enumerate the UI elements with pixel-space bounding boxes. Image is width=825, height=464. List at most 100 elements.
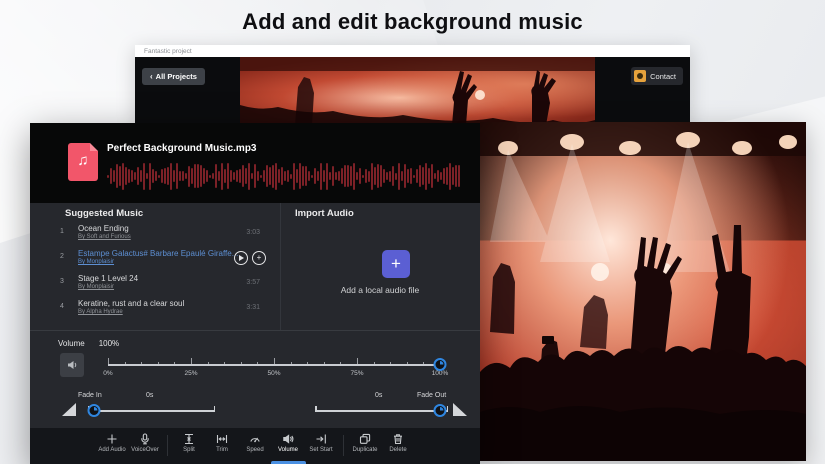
- fade-out-handle[interactable]: [434, 404, 447, 417]
- add-local-audio-label: Add a local audio file: [280, 285, 480, 295]
- volume-slider-handle[interactable]: [434, 358, 447, 371]
- fade-in-ramp-icon: [62, 403, 76, 416]
- mute-button[interactable]: [60, 353, 84, 377]
- toolbar-button-label: Split: [183, 447, 195, 453]
- toolbar-button-label: Trim: [216, 447, 228, 453]
- volume-slider[interactable]: 0%25%50%75%100%: [108, 357, 440, 377]
- track-row[interactable]: 2 Estampe Galactus# Barbare Epaulé Giraff…: [30, 246, 280, 271]
- track-number: 4: [60, 303, 64, 310]
- all-projects-label: All Projects: [156, 72, 197, 81]
- volume-tick-label: 100%: [432, 370, 449, 377]
- volume-label: Volume: [58, 339, 85, 348]
- audio-file-title: Perfect Background Music.mp3: [107, 143, 256, 154]
- app-stage: ‹ All Projects Contact: [135, 57, 690, 125]
- chevron-left-icon: ‹: [150, 73, 153, 81]
- add-local-audio-button[interactable]: +: [382, 250, 410, 278]
- fade-in-label: Fade In: [78, 392, 102, 399]
- volume-tick-label: 25%: [184, 370, 197, 377]
- track-row[interactable]: 1 Ocean EndingBy Soft and Furious 3:03: [30, 221, 280, 246]
- fade-in-slider[interactable]: [88, 403, 215, 419]
- track-artist-link[interactable]: By Alpha Hydrae: [78, 309, 123, 315]
- volume-button[interactable]: Volume: [273, 433, 304, 464]
- toolbar-button-label: Duplicate: [352, 447, 377, 453]
- split-icon: [183, 433, 195, 445]
- track-artist-link[interactable]: By Monplaisir: [78, 259, 114, 265]
- track-actions: +: [234, 251, 266, 265]
- split-button[interactable]: Split: [174, 433, 205, 464]
- track-artist-link[interactable]: By Monplaisir: [78, 284, 114, 290]
- panel-header: ♫ Perfect Background Music.mp3: [30, 123, 480, 203]
- volume-value: 100%: [99, 339, 119, 348]
- page-title: Add and edit background music: [0, 9, 825, 35]
- fade-in-handle[interactable]: [88, 404, 101, 417]
- track-row[interactable]: 3 Stage 1 Level 24By Monplaisir 3:57: [30, 271, 280, 296]
- set-start-icon: [315, 433, 327, 445]
- import-audio-header: Import Audio: [295, 208, 354, 219]
- audio-toolbar: Add Audio VoiceOver Split Trim Speed Volume Se…: [30, 428, 480, 464]
- fade-in-value: 0s: [146, 392, 153, 399]
- toolbar-button-label: Add Audio: [98, 447, 125, 453]
- toolbar-button-label: VoiceOver: [131, 447, 159, 453]
- trim-button[interactable]: Trim: [207, 433, 238, 464]
- play-preview-button[interactable]: [234, 251, 248, 265]
- fade-out-label: Fade Out: [417, 392, 446, 399]
- track-row[interactable]: 4 Keratine, rust and a clear soulBy Alpha…: [30, 296, 280, 321]
- track-duration: 3:31: [246, 304, 260, 311]
- speed-button[interactable]: Speed: [240, 433, 271, 464]
- toolbar-button-label: Delete: [389, 447, 406, 453]
- delete-icon: [392, 433, 404, 445]
- duplicate-button[interactable]: Duplicate: [350, 433, 381, 464]
- volume-tick-label: 50%: [267, 370, 280, 377]
- all-projects-button[interactable]: ‹ All Projects: [142, 68, 205, 85]
- contact-icon: [634, 70, 646, 82]
- track-number: 3: [60, 278, 64, 285]
- volume-icon: [282, 433, 294, 445]
- volume-section: Volume 100% 0% 25% 50% 75% 100%: [30, 330, 480, 390]
- speaker-icon: [66, 359, 78, 371]
- track-title: Ocean Ending: [78, 224, 238, 233]
- background-music-panel: ♫ Perfect Background Music.mp3 Suggested…: [30, 123, 480, 464]
- track-title: Estampe Galactus# Barbare Epaulé Giraffe…: [78, 249, 238, 258]
- volume-slider-track: [108, 364, 440, 366]
- voiceover-button[interactable]: VoiceOver: [130, 433, 161, 464]
- volume-label-row: Volume 100%: [58, 339, 119, 348]
- editor-app-window: Fantastic project ‹ All P: [135, 45, 690, 125]
- toolbar-button-label: Volume: [278, 447, 298, 453]
- toolbar-separator: [343, 435, 344, 456]
- video-preview-image: [240, 57, 595, 125]
- track-duration: 3:57: [246, 279, 260, 286]
- toolbar-separator: [167, 435, 168, 456]
- music-note-icon: ♫: [68, 152, 98, 169]
- add-track-button[interactable]: +: [252, 251, 266, 265]
- music-file-icon: ♫: [68, 143, 98, 181]
- project-name: Fantastic project: [144, 48, 192, 55]
- volume-tick-label: 75%: [350, 370, 363, 377]
- contact-label: Contact: [650, 72, 676, 81]
- contact-button[interactable]: Contact: [631, 67, 683, 85]
- add-audio-button[interactable]: Add Audio: [97, 433, 128, 464]
- track-number: 1: [60, 228, 64, 235]
- duplicate-icon: [359, 433, 371, 445]
- volume-tick-label: 0%: [103, 370, 112, 377]
- track-duration: 3:03: [246, 229, 260, 236]
- delete-button[interactable]: Delete: [383, 433, 414, 464]
- fade-out-value: 0s: [375, 392, 382, 399]
- track-title: Stage 1 Level 24: [78, 274, 238, 283]
- app-titlebar: Fantastic project: [135, 45, 690, 57]
- set-start-button[interactable]: Set Start: [306, 433, 337, 464]
- toolbar-button-label: Set Start: [309, 447, 332, 453]
- speed-icon: [249, 433, 261, 445]
- suggested-track-list: 1 Ocean EndingBy Soft and Furious 3:03 2 Est…: [30, 221, 280, 321]
- track-title: Keratine, rust and a clear soul: [78, 299, 238, 308]
- concert-photo: [480, 122, 806, 461]
- toolbar-button-label: Speed: [246, 447, 263, 453]
- voiceover-icon: [139, 433, 151, 445]
- fade-out-slider[interactable]: [315, 403, 448, 419]
- fade-out-ramp-icon: [453, 403, 467, 416]
- section-divider: [280, 203, 281, 330]
- track-number: 2: [60, 253, 64, 260]
- trim-icon: [216, 433, 228, 445]
- track-artist-link[interactable]: By Soft and Furious: [78, 234, 131, 240]
- add-audio-icon: [106, 433, 118, 445]
- suggested-music-header: Suggested Music: [65, 208, 143, 219]
